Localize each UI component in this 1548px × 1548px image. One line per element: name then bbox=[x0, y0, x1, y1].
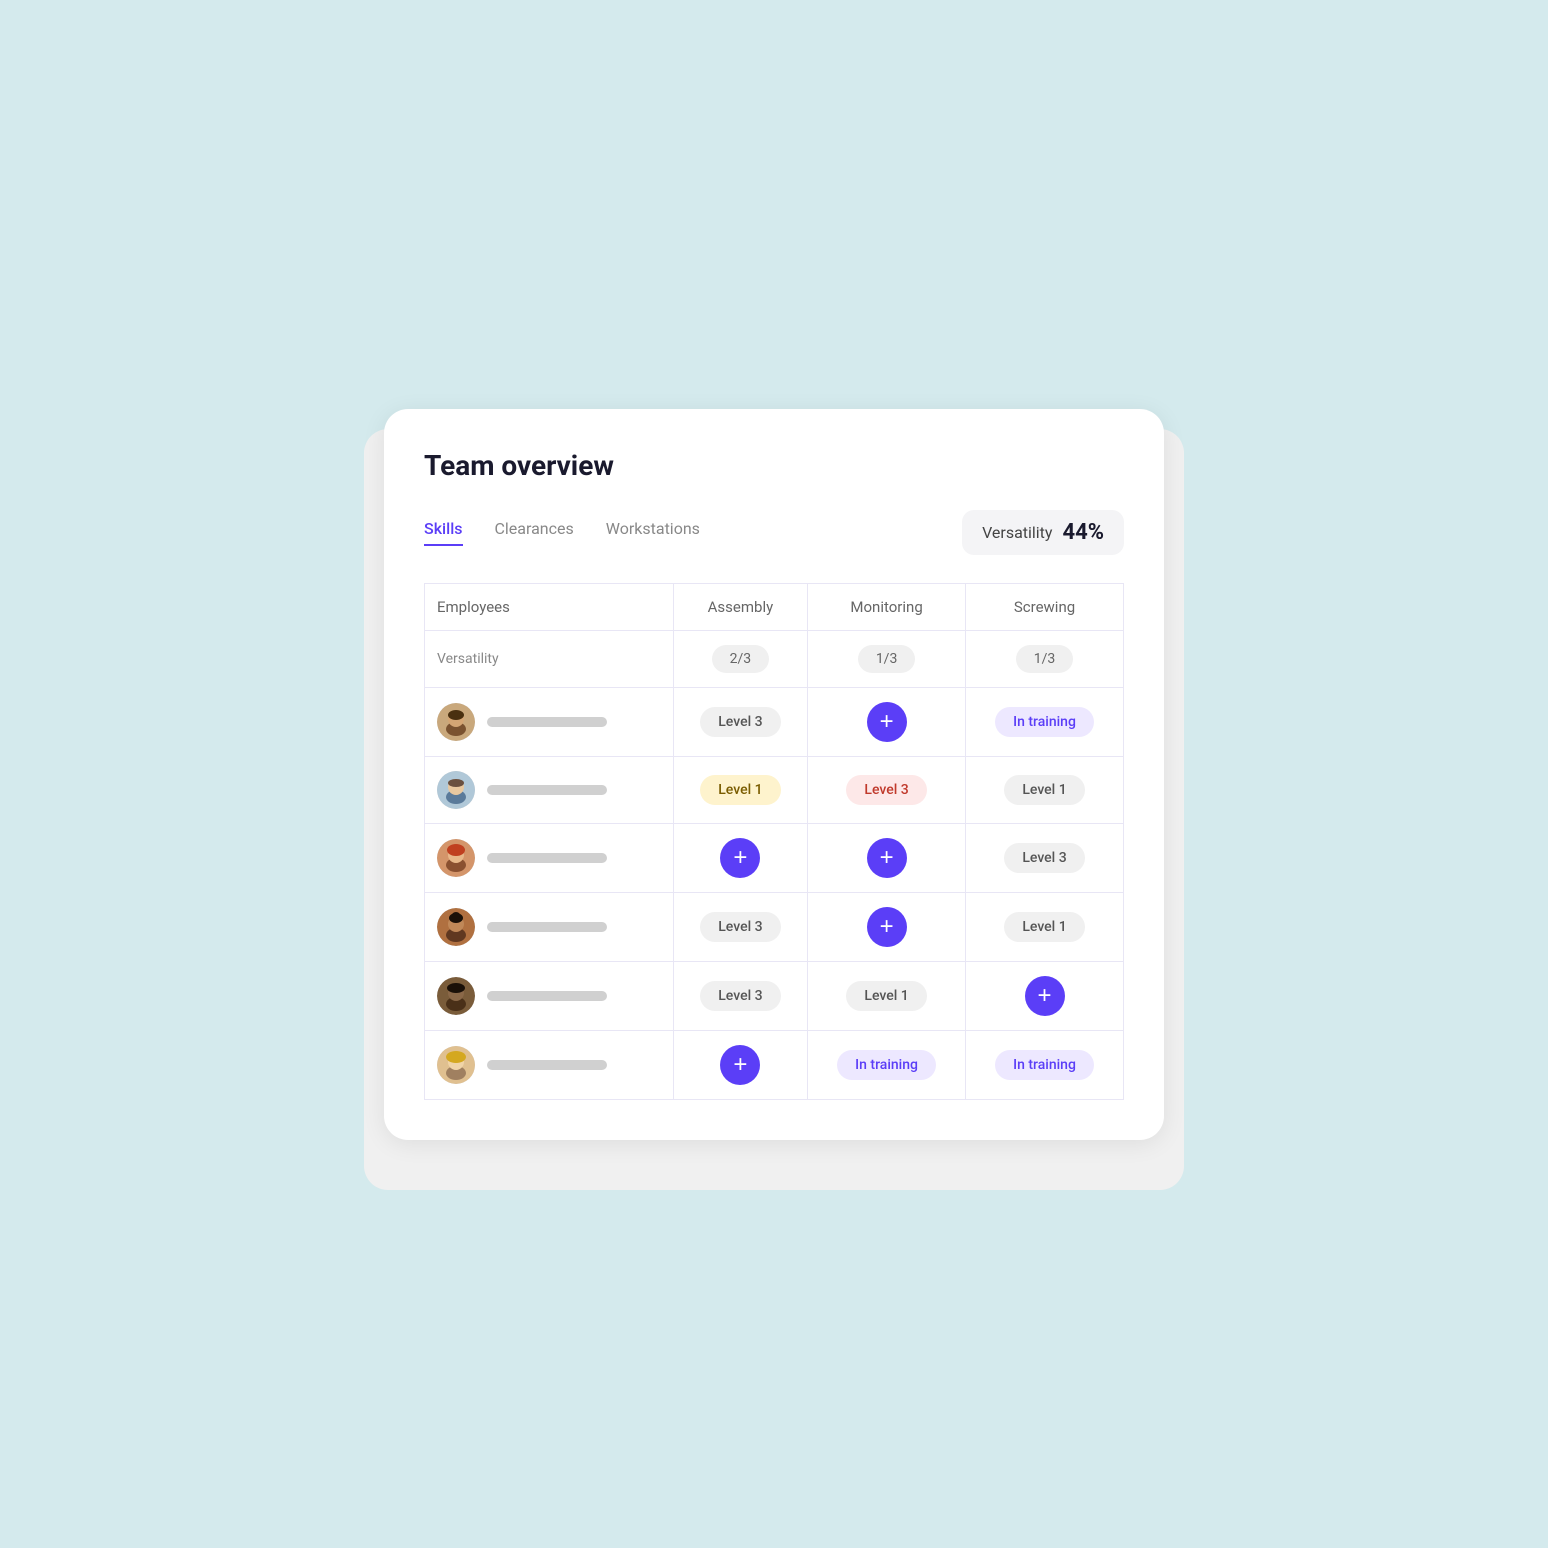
skill-badge: Level 3 bbox=[700, 707, 780, 737]
skill-badge: Level 1 bbox=[700, 775, 780, 805]
skill-badge: Level 1 bbox=[1004, 775, 1084, 805]
tab-workstations[interactable]: Workstations bbox=[606, 519, 700, 546]
employee-cell bbox=[425, 961, 674, 1030]
skill-badge: In training bbox=[837, 1050, 936, 1080]
add-skill-button[interactable]: + bbox=[720, 1045, 760, 1085]
col-monitoring: Monitoring bbox=[808, 583, 966, 630]
employee-cell bbox=[425, 823, 674, 892]
table-row: Level 1 Level 3 Level 1 bbox=[425, 756, 1124, 823]
table-row: Level 3 + In training bbox=[425, 687, 1124, 756]
add-skill-button[interactable]: + bbox=[867, 838, 907, 878]
screwing-cell: Level 1 bbox=[966, 892, 1124, 961]
avatar bbox=[437, 1046, 475, 1084]
employee-cell bbox=[425, 892, 674, 961]
table-header-row: Employees Assembly Monitoring Screwing bbox=[425, 583, 1124, 630]
skill-badge: Level 3 bbox=[700, 981, 780, 1011]
versatility-badge: Versatility 44% bbox=[962, 510, 1124, 555]
monitoring-cell: In training bbox=[808, 1030, 966, 1099]
page-wrapper: Team overview Skills Clearances Workstat… bbox=[344, 369, 1204, 1180]
versatility-label: Versatility bbox=[982, 523, 1052, 542]
tab-clearances[interactable]: Clearances bbox=[495, 519, 574, 546]
avatar bbox=[437, 839, 475, 877]
avatar bbox=[437, 703, 475, 741]
versatility-screwing: 1/3 bbox=[966, 630, 1124, 687]
page-title: Team overview bbox=[424, 449, 1124, 482]
monitoring-cell: + bbox=[808, 892, 966, 961]
avatar bbox=[437, 908, 475, 946]
monitoring-cell: Level 1 bbox=[808, 961, 966, 1030]
screwing-cell: In training bbox=[966, 687, 1124, 756]
table-row: Level 3 + Level 1 bbox=[425, 892, 1124, 961]
table-row: + In training In training bbox=[425, 1030, 1124, 1099]
add-skill-button[interactable]: + bbox=[720, 838, 760, 878]
avatar bbox=[437, 771, 475, 809]
screwing-cell: Level 1 bbox=[966, 756, 1124, 823]
assembly-cell: Level 3 bbox=[673, 892, 807, 961]
skill-badge: Level 3 bbox=[846, 775, 926, 805]
table-row: + + Level 3 bbox=[425, 823, 1124, 892]
skills-table: Employees Assembly Monitoring Screwing V… bbox=[424, 583, 1124, 1100]
screwing-cell: + bbox=[966, 961, 1124, 1030]
col-employees: Employees bbox=[425, 583, 674, 630]
name-bar bbox=[487, 785, 607, 795]
employee-cell bbox=[425, 687, 674, 756]
assembly-cell: Level 3 bbox=[673, 961, 807, 1030]
col-screwing: Screwing bbox=[966, 583, 1124, 630]
assembly-cell: Level 3 bbox=[673, 687, 807, 756]
employee-cell bbox=[425, 756, 674, 823]
table-row: Level 3 Level 1 + bbox=[425, 961, 1124, 1030]
name-bar bbox=[487, 991, 607, 1001]
add-skill-button[interactable]: + bbox=[867, 702, 907, 742]
avatar bbox=[437, 977, 475, 1015]
monitoring-cell: + bbox=[808, 687, 966, 756]
screwing-cell: Level 3 bbox=[966, 823, 1124, 892]
col-assembly: Assembly bbox=[673, 583, 807, 630]
header-row: Skills Clearances Workstations Versatili… bbox=[424, 510, 1124, 555]
tabs-container: Skills Clearances Workstations bbox=[424, 519, 700, 546]
versatility-assembly: 2/3 bbox=[673, 630, 807, 687]
add-skill-button[interactable]: + bbox=[1025, 976, 1065, 1016]
versatility-value: 44% bbox=[1062, 520, 1104, 545]
name-bar bbox=[487, 717, 607, 727]
employee-cell bbox=[425, 1030, 674, 1099]
versatility-row: Versatility 2/3 1/3 1/3 bbox=[425, 630, 1124, 687]
skill-badge: In training bbox=[995, 1050, 1094, 1080]
assembly-cell: + bbox=[673, 1030, 807, 1099]
main-card: Team overview Skills Clearances Workstat… bbox=[384, 409, 1164, 1140]
monitoring-cell: Level 3 bbox=[808, 756, 966, 823]
skill-badge: Level 1 bbox=[846, 981, 926, 1011]
assembly-cell: + bbox=[673, 823, 807, 892]
skill-badge: Level 3 bbox=[1004, 843, 1084, 873]
name-bar bbox=[487, 922, 607, 932]
skill-badge: In training bbox=[995, 707, 1094, 737]
skill-badge: Level 1 bbox=[1004, 912, 1084, 942]
versatility-row-label: Versatility bbox=[425, 630, 674, 687]
monitoring-cell: + bbox=[808, 823, 966, 892]
screwing-cell: In training bbox=[966, 1030, 1124, 1099]
skill-badge: Level 3 bbox=[700, 912, 780, 942]
assembly-cell: Level 1 bbox=[673, 756, 807, 823]
tab-skills[interactable]: Skills bbox=[424, 519, 463, 546]
name-bar bbox=[487, 853, 607, 863]
versatility-monitoring: 1/3 bbox=[808, 630, 966, 687]
add-skill-button[interactable]: + bbox=[867, 907, 907, 947]
name-bar bbox=[487, 1060, 607, 1070]
